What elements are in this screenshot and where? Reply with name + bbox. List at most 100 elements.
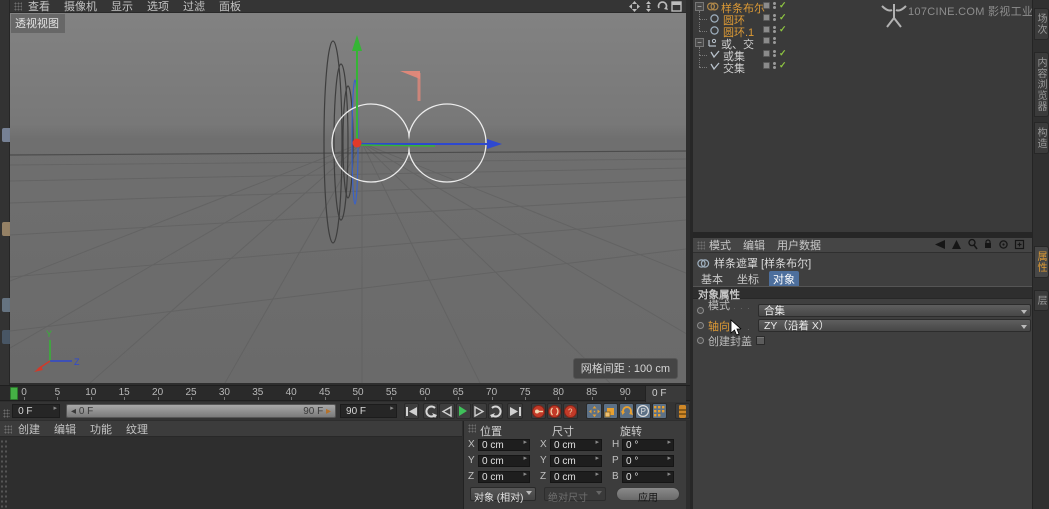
z-axis-arrow[interactable] xyxy=(487,139,502,149)
toggle-view-icon[interactable] xyxy=(671,1,682,12)
object-row[interactable]: 交集 ✓ xyxy=(693,58,1032,75)
object-label[interactable]: 交集 xyxy=(723,60,745,76)
panel-grip[interactable] xyxy=(14,2,22,11)
menu-function[interactable]: 功能 xyxy=(90,421,112,437)
next-key-button[interactable] xyxy=(488,403,504,419)
rotation-h-field[interactable]: 0 ° ▸ xyxy=(622,438,674,451)
rotation-p-field[interactable]: 0 ° ▸ xyxy=(622,454,674,467)
y-axis-arrow[interactable] xyxy=(352,35,362,51)
toggle-record-scale[interactable] xyxy=(602,403,618,419)
menu-view[interactable]: 查看 xyxy=(28,0,50,14)
left-toolbar-sliver[interactable] xyxy=(2,298,10,312)
origin-point[interactable] xyxy=(352,138,362,148)
enabled-check-icon[interactable]: ✓ xyxy=(779,49,787,58)
new-panel-icon[interactable] xyxy=(1014,239,1025,252)
menu-panel[interactable]: 面板 xyxy=(219,0,241,14)
layer-icon[interactable] xyxy=(763,62,770,69)
record-keyframe-button[interactable] xyxy=(530,403,546,419)
timeline-scrubber[interactable]: ◂ 0 F 90 F ▸ xyxy=(66,404,337,418)
x-axis-handle[interactable] xyxy=(400,71,420,79)
tab-structure[interactable]: 构造 xyxy=(1034,122,1049,154)
menu-create[interactable]: 创建 xyxy=(18,421,40,437)
menu-edit[interactable]: 编辑 xyxy=(743,237,765,253)
material-list-area[interactable] xyxy=(0,437,462,509)
enabled-check-icon[interactable]: ✓ xyxy=(779,61,787,70)
animation-dot-icon[interactable] xyxy=(697,307,704,314)
left-toolbar-sliver[interactable] xyxy=(2,128,10,142)
visibility-dots-icon[interactable] xyxy=(773,14,776,21)
position-y-field[interactable]: 0 cm ▸ xyxy=(478,454,530,467)
start-frame-field[interactable]: 0 F ▸ xyxy=(12,404,61,418)
keyframe-selection-button[interactable]: ? xyxy=(563,403,579,419)
coord-mode-dropdown[interactable]: 对象 (相对) xyxy=(470,487,536,504)
size-z-field[interactable]: 0 cm ▸ xyxy=(550,470,602,483)
menu-texture[interactable]: 纹理 xyxy=(126,421,148,437)
visibility-dots-icon[interactable] xyxy=(773,2,776,9)
menu-filter[interactable]: 过滤 xyxy=(183,0,205,14)
visibility-dots-icon[interactable] xyxy=(773,62,776,69)
pan-view-icon[interactable] xyxy=(629,1,640,12)
menu-options[interactable]: 选项 xyxy=(147,0,169,14)
tab-takes[interactable]: 场次 xyxy=(1034,8,1049,40)
toggle-record-parameter[interactable]: P xyxy=(635,403,651,419)
view-name-label[interactable]: 透视视图 xyxy=(11,14,65,33)
next-frame-button[interactable] xyxy=(471,403,488,419)
layer-icon[interactable] xyxy=(763,2,770,9)
end-frame-field[interactable]: 90 F ▸ xyxy=(340,404,397,418)
toggle-record-rotation[interactable] xyxy=(618,403,635,419)
animation-dot-icon[interactable] xyxy=(697,322,704,329)
play-button[interactable] xyxy=(455,403,471,419)
visibility-dots-icon[interactable] xyxy=(773,37,776,44)
tab-layers[interactable]: 层 xyxy=(1034,290,1049,311)
rotation-b-field[interactable]: 0 ° ▸ xyxy=(622,470,674,483)
collapse-icon[interactable]: − xyxy=(695,2,704,11)
collapse-icon[interactable]: − xyxy=(695,38,704,47)
object-axis-gizmo[interactable] xyxy=(352,35,502,149)
zoom-view-icon[interactable] xyxy=(643,1,654,12)
left-toolbar-sliver[interactable] xyxy=(2,330,10,344)
layer-icon[interactable] xyxy=(763,14,770,21)
create-caps-checkbox[interactable] xyxy=(756,336,765,345)
visibility-dots-icon[interactable] xyxy=(773,50,776,57)
circle-splines-edge-on[interactable] xyxy=(323,40,354,244)
left-toolbar-sliver[interactable] xyxy=(2,222,10,236)
panel-grip[interactable] xyxy=(468,424,476,433)
go-to-end-button[interactable] xyxy=(507,403,523,419)
menu-user-data[interactable]: 用户数据 xyxy=(777,237,821,253)
menu-edit[interactable]: 编辑 xyxy=(54,421,76,437)
size-y-field[interactable]: 0 cm ▸ xyxy=(550,454,602,467)
axis-dropdown[interactable]: ZY（沿着 X） xyxy=(758,319,1031,332)
panel-grip[interactable] xyxy=(697,241,705,250)
menu-display[interactable]: 显示 xyxy=(111,0,133,14)
toggle-record-pla[interactable] xyxy=(651,403,667,419)
up-arrow-icon[interactable] xyxy=(952,239,961,252)
tab-attributes[interactable]: 属性 xyxy=(1034,246,1049,278)
animation-dot-icon[interactable] xyxy=(697,337,704,344)
previous-frame-button[interactable] xyxy=(439,403,455,419)
position-z-field[interactable]: 0 cm ▸ xyxy=(478,470,530,483)
layer-icon[interactable] xyxy=(763,50,770,57)
timeline-ruler[interactable]: 0 5 10 15 20 25 30 35 40 45 50 55 60 65 70 75 80 85 90 0 F xyxy=(0,385,690,402)
enabled-check-icon[interactable]: ✓ xyxy=(779,25,787,34)
previous-key-button[interactable] xyxy=(423,403,439,419)
enabled-check-icon[interactable]: ✓ xyxy=(779,1,787,10)
panel-grip[interactable] xyxy=(0,439,8,509)
timeline-playhead[interactable] xyxy=(10,387,18,400)
viewport-canvas[interactable]: Y Z 透视视图 网格间距 : 100 cm xyxy=(10,13,686,383)
go-to-start-button[interactable] xyxy=(403,403,420,419)
tab-content-browser[interactable]: 内容浏览器 xyxy=(1034,52,1049,117)
size-mode-dropdown[interactable]: 绝对尺寸 xyxy=(544,487,606,504)
autokey-button[interactable] xyxy=(546,403,563,419)
toggle-record-position[interactable] xyxy=(586,403,602,419)
layer-icon[interactable] xyxy=(763,37,770,44)
visibility-dots-icon[interactable] xyxy=(773,26,776,33)
object-row[interactable]: − 或、交 xyxy=(693,37,1032,51)
history-icon[interactable] xyxy=(999,239,1008,252)
object-row[interactable]: 或集 ✓ xyxy=(693,47,1032,63)
menu-mode[interactable]: 模式 xyxy=(709,237,731,253)
menu-camera[interactable]: 摄像机 xyxy=(64,0,97,14)
doodle-button[interactable] xyxy=(674,403,691,419)
panel-grip[interactable] xyxy=(3,408,11,418)
enabled-check-icon[interactable]: ✓ xyxy=(779,13,787,22)
apply-button[interactable]: 应用 xyxy=(616,487,680,504)
